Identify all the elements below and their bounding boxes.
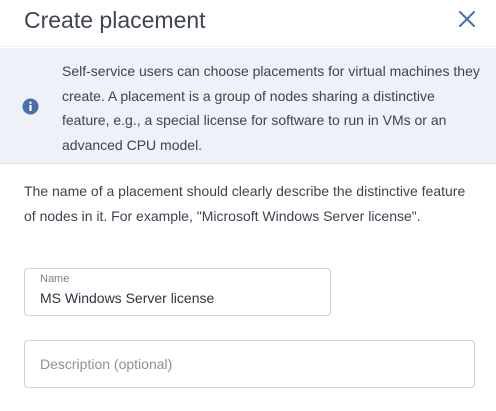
close-icon [459, 11, 475, 27]
name-field[interactable]: Name [24, 268, 331, 316]
description-field[interactable] [24, 340, 475, 388]
placement-name-hint: The name of a placement should clearly d… [24, 183, 466, 224]
info-banner: Self-service users can choose placements… [0, 48, 496, 164]
info-text: Self-service users can choose placements… [62, 63, 480, 153]
dialog-title: Create placement [24, 7, 206, 33]
info-icon [22, 98, 39, 115]
name-input[interactable] [40, 288, 320, 308]
create-placement-dialog: Create placement Self-service users can … [0, 0, 496, 411]
description-input[interactable] [40, 354, 460, 374]
dialog-header: Create placement [0, 0, 496, 47]
close-button[interactable] [452, 4, 482, 34]
name-field-label: Name [40, 273, 70, 285]
